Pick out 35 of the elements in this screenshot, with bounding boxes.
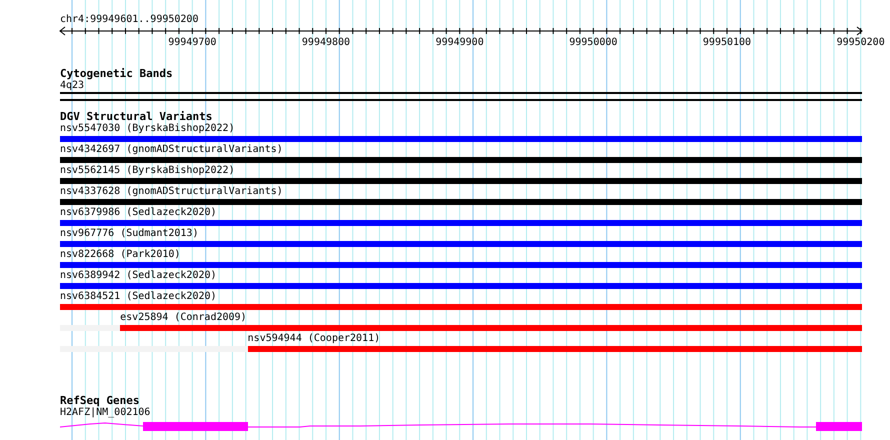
variant-bar[interactable]	[60, 220, 862, 226]
variant-label[interactable]: nsv5562145 (ByrskaBishop2022)	[60, 165, 862, 177]
variant-label[interactable]: nsv4337628 (gnomADStructuralVariants)	[60, 186, 862, 198]
position-label: chr4:99949601..99950200	[60, 14, 200, 26]
track-title: Cytogenetic Bands	[60, 68, 174, 80]
variant-label[interactable]: nsv6384521 (Sedlazeck2020)	[60, 291, 862, 303]
track-title: DGV Structural Variants	[60, 111, 214, 123]
ruler-label: 99949900	[436, 37, 484, 48]
variant-bar[interactable]	[60, 262, 862, 268]
ruler-label: 99950200	[836, 37, 885, 48]
ruler-label: 99949800	[302, 37, 350, 48]
variant-bar[interactable]	[60, 241, 862, 247]
variant-label[interactable]: esv25894 (Conrad2009)	[120, 312, 862, 324]
variant-bar[interactable]	[60, 283, 862, 289]
ruler-label: 99950100	[702, 37, 752, 48]
variant-label[interactable]: nsv6389942 (Sedlazeck2020)	[60, 270, 862, 282]
variant-label[interactable]: nsv967776 (Sudmant2013)	[60, 228, 862, 240]
gene-model-drawing[interactable]	[60, 422, 862, 431]
variant-bar[interactable]	[60, 199, 862, 205]
variant-bar[interactable]	[60, 178, 862, 184]
variant-label[interactable]: nsv822668 (Park2010)	[60, 249, 862, 261]
variant-label[interactable]: nsv5547030 (ByrskaBishop2022)	[60, 123, 862, 135]
ruler-label: 99950000	[569, 37, 618, 48]
band-label: 4q23	[60, 80, 86, 92]
variant-bar[interactable]	[60, 136, 862, 142]
track-title: RefSeq Genes	[60, 395, 140, 407]
gene-label[interactable]: H2AFZ|NM_002106	[60, 407, 862, 419]
variant-bar[interactable]	[60, 304, 862, 310]
variant-label[interactable]: nsv4342697 (gnomADStructuralVariants)	[60, 144, 862, 156]
variant-bar[interactable]	[60, 157, 862, 163]
ruler-label: 99949700	[168, 37, 216, 48]
variant-label[interactable]: nsv6379986 (Sedlazeck2020)	[60, 207, 862, 219]
variant-bar[interactable]	[248, 346, 862, 352]
variant-label[interactable]: nsv594944 (Cooper2011)	[248, 333, 862, 345]
variant-bar[interactable]	[120, 325, 862, 331]
